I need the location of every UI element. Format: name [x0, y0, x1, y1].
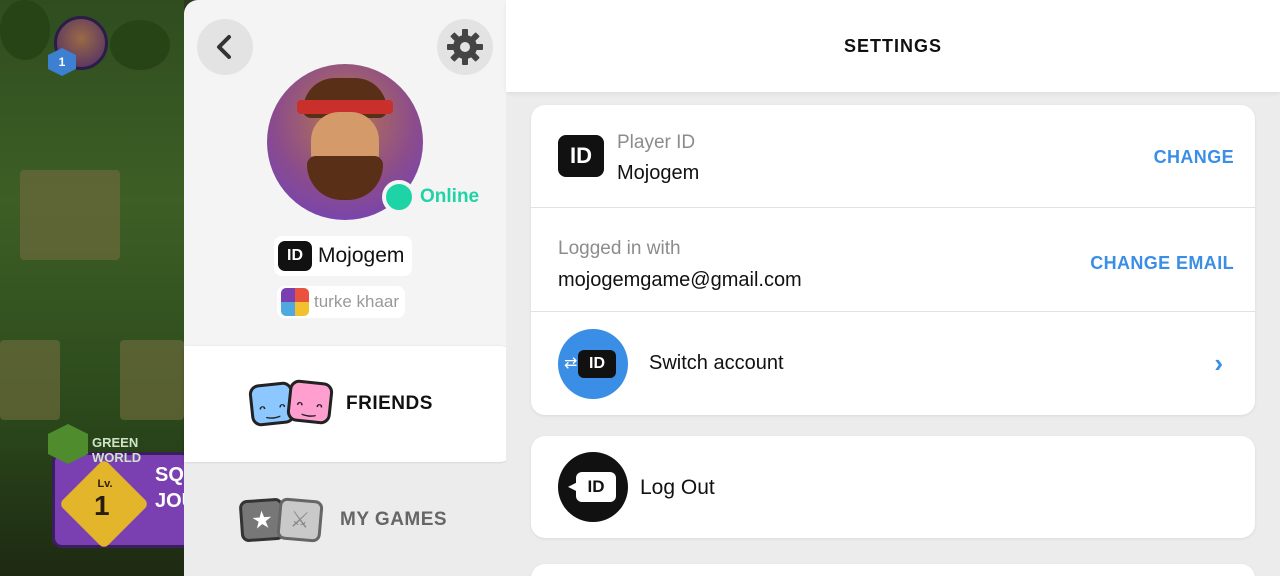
back-button[interactable]: [197, 19, 253, 75]
friends-icon: ᵔ‿ᵔ ᵔ‿ᵔ: [247, 378, 335, 429]
team-chip[interactable]: turke khaar: [277, 286, 406, 318]
logged-in-label: Logged in with: [558, 238, 681, 259]
tab-friends-label: FRIENDS: [346, 393, 433, 414]
team-icon: [281, 288, 309, 316]
profile-panel: Online ID Mojogem turke khaar ᵔ‿ᵔ ᵔ‿ᵔ FR…: [184, 0, 512, 576]
switch-account-label: Switch account: [649, 352, 784, 374]
change-email-button[interactable]: CHANGE EMAIL: [1090, 253, 1234, 274]
id-icon: ID: [558, 135, 604, 177]
tab-my-games[interactable]: ★ ⚔ MY GAMES: [184, 464, 506, 576]
player-id-row: ID Player ID Mojogem CHANGE: [531, 105, 1255, 208]
bush-decoration: [110, 20, 170, 70]
my-games-icon: ★ ⚔: [238, 495, 324, 545]
email-value: mojogemgame@gmail.com: [558, 269, 802, 291]
player-id-value: Mojogem: [617, 162, 700, 184]
game-background: 1 GREEN WORLD Lv. 1 SQ JOU: [0, 0, 184, 576]
map-tile: [20, 170, 120, 260]
world-title: SQ JOU: [155, 464, 184, 512]
page-title: SETTINGS: [843, 35, 942, 56]
avatar-beard: [307, 156, 383, 200]
tab-friends[interactable]: ᵔ‿ᵔ ᵔ‿ᵔ FRIENDS: [184, 346, 512, 462]
switch-account-icon: ⇄ ID: [558, 329, 628, 399]
team-name: turke khaar: [314, 292, 400, 311]
map-tile: [120, 340, 184, 420]
account-card: ID Player ID Mojogem CHANGE Logged in wi…: [531, 105, 1255, 415]
level-number: 1: [94, 490, 110, 521]
gear-icon: [447, 29, 483, 65]
map-tile: [0, 340, 60, 420]
login-email-row: Logged in with mojogemgame@gmail.com CHA…: [531, 208, 1255, 312]
settings-header: SETTINGS: [506, 0, 1280, 92]
next-card-partial: [531, 564, 1255, 576]
chevron-right-icon: ›: [1214, 348, 1223, 378]
player-name-chip: ID Mojogem: [274, 236, 413, 276]
online-status-text: Online: [420, 186, 480, 207]
chevron-left-icon: [217, 35, 231, 59]
tab-my-games-label: MY GAMES: [340, 509, 448, 530]
change-player-id-button[interactable]: CHANGE: [1154, 147, 1234, 168]
settings-area: SETTINGS ID Player ID Mojogem CHANGE Log…: [506, 0, 1280, 576]
id-icon: ID: [278, 241, 312, 271]
level-prefix: Lv.: [97, 478, 113, 490]
logout-label: Log Out: [640, 476, 715, 499]
logout-card[interactable]: ◀ ID Log Out: [531, 436, 1255, 538]
online-status-dot: [382, 180, 416, 214]
logout-icon: ◀ ID: [558, 452, 628, 522]
settings-button[interactable]: [437, 19, 493, 75]
switch-account-row[interactable]: ⇄ ID Switch account ›: [531, 312, 1255, 415]
player-name: Mojogem: [318, 244, 405, 267]
player-id-label: Player ID: [617, 132, 696, 153]
bush-decoration: [0, 0, 50, 60]
